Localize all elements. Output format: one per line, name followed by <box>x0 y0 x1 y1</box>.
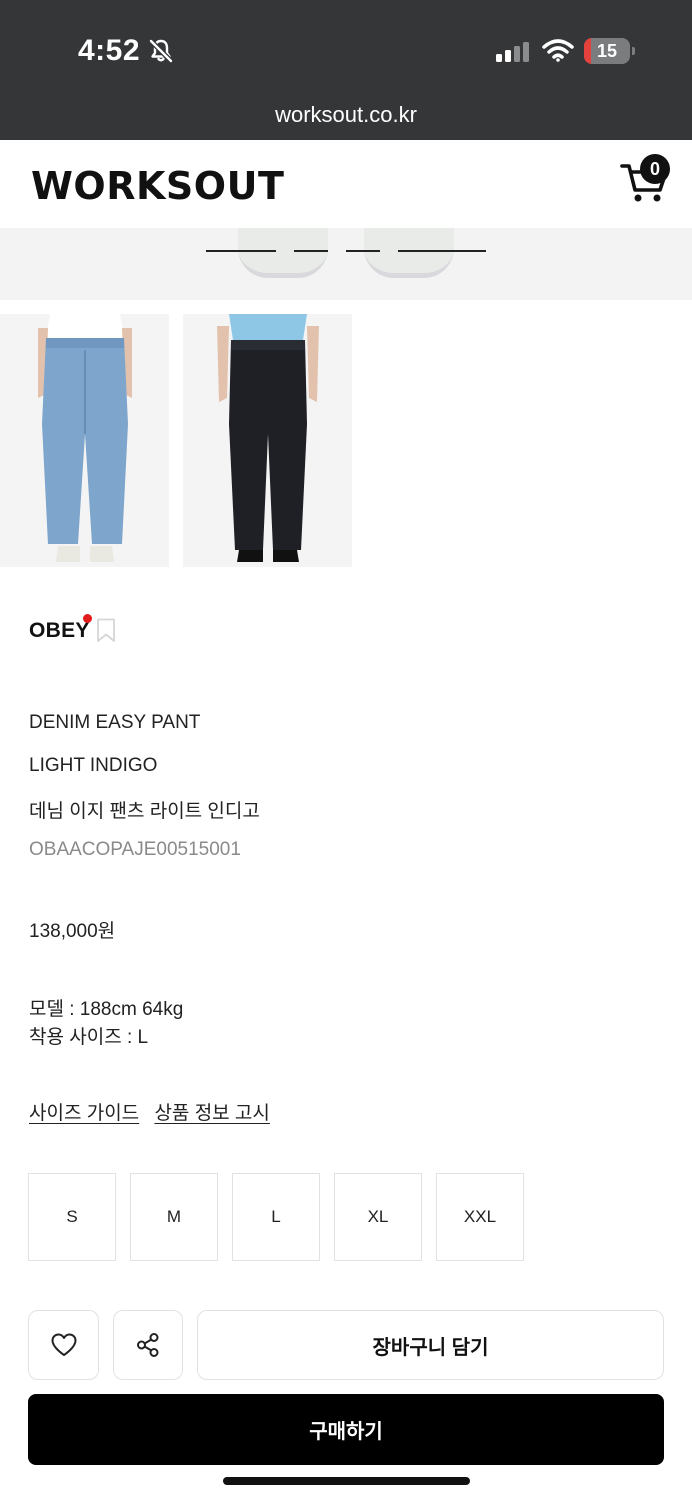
size-option-xl[interactable]: XL <box>334 1173 422 1261</box>
url-bar[interactable]: worksout.co.kr <box>0 102 692 128</box>
add-to-cart-button[interactable]: 장바구니 담기 <box>197 1310 664 1380</box>
product-image-top <box>0 228 692 300</box>
site-logo[interactable]: WORKSOUT <box>31 164 284 208</box>
info-links: 사이즈 가이드 상품 정보 고시 <box>29 1098 280 1125</box>
size-option-xxl[interactable]: XXL <box>436 1173 524 1261</box>
thumbnail-black[interactable] <box>183 314 352 567</box>
product-sku: OBAACOPAJE00515001 <box>29 839 241 860</box>
wifi-icon <box>542 39 574 62</box>
share-icon <box>137 1333 159 1357</box>
share-button[interactable] <box>113 1310 183 1380</box>
brand-name[interactable]: OBEY <box>29 619 90 643</box>
brand-new-dot <box>83 614 92 623</box>
battery-tip <box>632 47 635 55</box>
product-name-line1: DENIM EASY PANT <box>29 712 201 733</box>
bookmark-icon[interactable] <box>96 618 116 643</box>
product-name-korean: 데님 이지 팬츠 라이트 인디고 <box>29 801 260 822</box>
shoe-image-left <box>238 228 328 278</box>
site-header: WORKSOUT <box>0 140 692 228</box>
battery-percent: 15 <box>596 41 618 61</box>
size-option-s[interactable]: S <box>28 1173 116 1261</box>
thumbnail-light-indigo[interactable] <box>0 314 169 567</box>
image-line <box>398 250 486 252</box>
size-option-l[interactable]: L <box>232 1173 320 1261</box>
size-option-m[interactable]: M <box>130 1173 218 1261</box>
size-guide-link[interactable]: 사이즈 가이드 <box>29 1103 139 1124</box>
product-notice-link[interactable]: 상품 정보 고시 <box>154 1103 269 1124</box>
fit-size-info: 착용 사이즈 : L <box>29 1027 149 1048</box>
image-line <box>346 250 380 252</box>
image-line <box>206 250 276 252</box>
image-line <box>294 250 328 252</box>
model-info: 모델 : 188cm 64kg <box>29 999 184 1020</box>
buy-now-button[interactable]: 구매하기 <box>28 1394 664 1465</box>
battery-icon: 15 <box>584 38 636 64</box>
wishlist-button[interactable] <box>28 1310 99 1380</box>
cart-count-badge: 0 <box>640 154 670 184</box>
product-price: 138,000원 <box>29 921 116 942</box>
browser-top-bar: 4:52 15 worksout.co.kr <box>0 0 692 140</box>
status-time: 4:52 <box>78 34 141 67</box>
signal-icon <box>496 42 529 62</box>
product-name-line2: LIGHT INDIGO <box>29 755 158 776</box>
home-indicator <box>223 1477 470 1485</box>
bell-slash-icon <box>149 39 173 63</box>
battery-body: 15 <box>584 38 630 64</box>
shoe-image-right <box>364 228 454 278</box>
heart-icon <box>51 1333 76 1356</box>
